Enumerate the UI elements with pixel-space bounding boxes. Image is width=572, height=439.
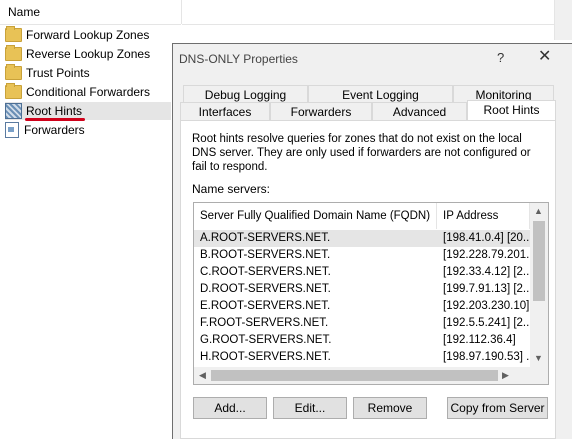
tab-event-logging[interactable]: Event Logging — [308, 85, 453, 103]
table-row[interactable]: E.ROOT-SERVERS.NET. [192.203.230.10] — [194, 298, 530, 315]
table-row[interactable]: C.ROOT-SERVERS.NET. [192.33.4.12] [2... — [194, 264, 530, 281]
right-column-header — [182, 0, 554, 25]
close-button[interactable]: ✕ — [538, 46, 551, 66]
name-column-label: Name — [8, 5, 41, 19]
add-button[interactable]: Add... — [193, 397, 267, 419]
list-vertical-scrollbar[interactable]: ▲ ▼ — [530, 203, 548, 367]
tree-item-forward-lookup-zones[interactable]: Forward Lookup Zones — [5, 26, 149, 44]
tree-item-trust-points[interactable]: Trust Points — [5, 64, 90, 82]
name-servers-list[interactable]: Server Fully Qualified Domain Name (FQDN… — [193, 202, 549, 385]
root-hints-icon — [5, 103, 22, 119]
list-vertical-scroll-thumb[interactable] — [533, 221, 545, 301]
tab-root-hints[interactable]: Root Hints — [467, 100, 556, 120]
list-horizontal-scrollbar[interactable]: ◀ ▶ — [194, 367, 548, 384]
folder-icon — [5, 26, 22, 42]
table-row[interactable]: D.ROOT-SERVERS.NET. [199.7.91.13] [2... — [194, 281, 530, 298]
folder-icon — [5, 83, 22, 99]
folder-icon — [5, 45, 22, 61]
tab-interfaces[interactable]: Interfaces — [180, 102, 270, 120]
tree-item-forwarders[interactable]: Forwarders — [5, 121, 85, 139]
tab-debug-logging[interactable]: Debug Logging — [183, 85, 308, 103]
table-row[interactable]: G.ROOT-SERVERS.NET. [192.112.36.4] — [194, 332, 530, 349]
copy-from-server-button[interactable]: Copy from Server — [447, 397, 548, 419]
scroll-up-arrow-icon[interactable]: ▲ — [534, 206, 543, 216]
dialog-title: DNS-ONLY Properties — [179, 52, 298, 66]
tab-forwarders[interactable]: Forwarders — [270, 102, 372, 120]
root-hints-description: Root hints resolve queries for zones tha… — [192, 133, 531, 173]
scroll-left-arrow-icon[interactable]: ◀ — [199, 370, 206, 381]
name-servers-label: Name servers: — [192, 182, 271, 196]
table-row[interactable]: A.ROOT-SERVERS.NET. [198.41.0.4] [20... — [194, 230, 530, 247]
help-button[interactable]: ? — [497, 50, 504, 65]
main-vertical-scrollbar[interactable] — [554, 0, 572, 40]
tree-item-reverse-lookup-zones[interactable]: Reverse Lookup Zones — [5, 45, 150, 63]
table-row[interactable]: H.ROOT-SERVERS.NET. [198.97.190.53] ... — [194, 349, 530, 366]
list-horizontal-scroll-thumb[interactable] — [211, 370, 498, 381]
scroll-down-arrow-icon[interactable]: ▼ — [534, 353, 543, 363]
forwarders-icon — [5, 122, 19, 138]
table-row[interactable]: B.ROOT-SERVERS.NET. [192.228.79.201... — [194, 247, 530, 264]
table-row[interactable]: F.ROOT-SERVERS.NET. [192.5.5.241] [2... — [194, 315, 530, 332]
tree-item-conditional-forwarders[interactable]: Conditional Forwarders — [5, 83, 150, 101]
edit-button[interactable]: Edit... — [273, 397, 347, 419]
remove-button[interactable]: Remove — [353, 397, 427, 419]
name-column-header[interactable]: Name — [0, 0, 181, 25]
scroll-right-arrow-icon[interactable]: ▶ — [502, 370, 509, 381]
ip-column-header[interactable]: IP Address — [437, 203, 530, 229]
fqdn-column-header[interactable]: Server Fully Qualified Domain Name (FQDN… — [194, 203, 437, 229]
folder-icon — [5, 64, 22, 80]
tab-advanced[interactable]: Advanced — [372, 102, 467, 120]
